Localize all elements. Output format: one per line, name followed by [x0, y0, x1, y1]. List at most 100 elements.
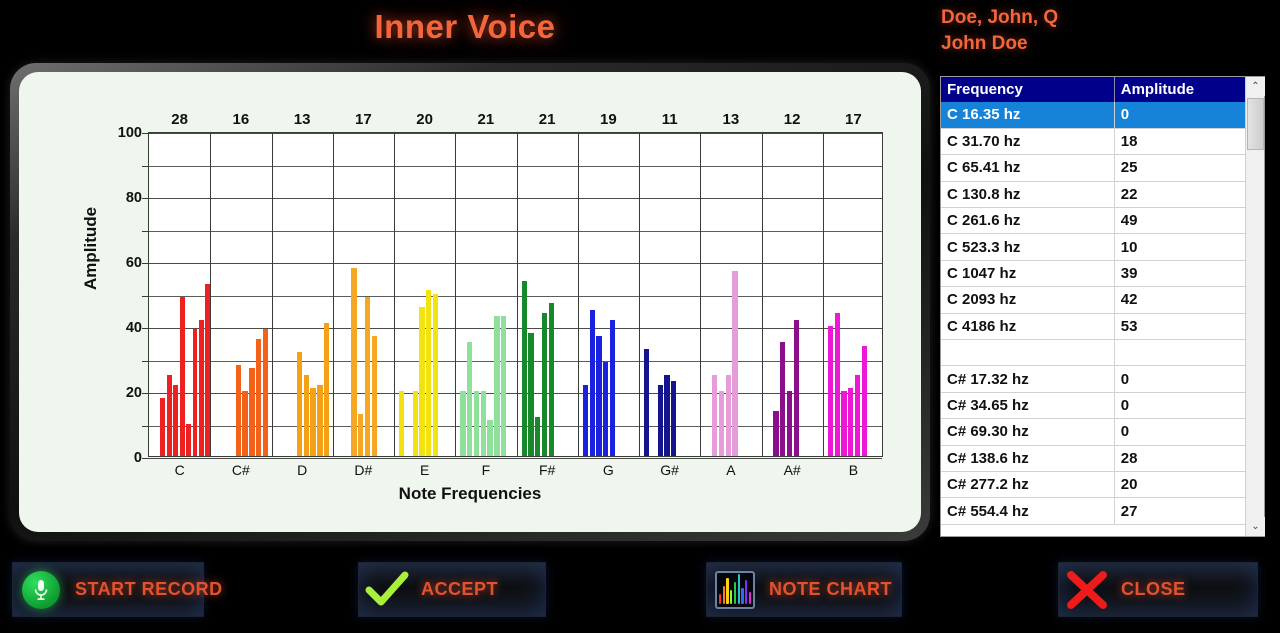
- group-count-label: 16: [232, 111, 250, 128]
- group-count-label: 13: [722, 111, 740, 128]
- bar: [358, 413, 364, 456]
- button-bar: START RECORD ACCEPT NOTE CHART CLOSE: [0, 551, 1280, 633]
- bar: [296, 352, 303, 456]
- x-axis-tick-label: A: [726, 462, 736, 478]
- table-row[interactable]: C 4186 hz 53: [941, 313, 1245, 341]
- bar: [528, 332, 534, 456]
- bar: [303, 374, 309, 456]
- bar: [249, 368, 255, 456]
- y-axis-tick-label: 60: [125, 255, 142, 271]
- close-button[interactable]: CLOSE: [1058, 562, 1258, 617]
- table-header-row: Frequency Amplitude: [941, 77, 1245, 102]
- cell-amplitude: 27: [1114, 497, 1245, 525]
- x-axis-tick-label: G: [602, 462, 614, 478]
- table-row[interactable]: C# 34.65 hz 0: [941, 392, 1245, 420]
- cell-amplitude: 22: [1114, 181, 1245, 209]
- cell-frequency: C# 554.4 hz: [941, 497, 1115, 525]
- bar: [535, 417, 541, 456]
- cell-frequency: C# 34.65 hz: [941, 392, 1115, 420]
- bar-group-Csharp: 16 C#: [210, 111, 271, 478]
- column-header-frequency[interactable]: Frequency: [941, 77, 1115, 102]
- grid-scrollbar[interactable]: ⌃ ⌄: [1245, 77, 1265, 536]
- y-tick-mark: [142, 263, 149, 264]
- chart-panel: Amplitude Note Frequencies 0 20 40 60 80 100 2…: [19, 72, 921, 532]
- cell-frequency: C# 138.6 hz: [941, 445, 1115, 472]
- y-axis-tick-label: 20: [125, 385, 142, 401]
- bars-container: [149, 133, 211, 456]
- y-tick-mark: [142, 360, 149, 362]
- y-tick-mark: [142, 165, 149, 167]
- y-tick-mark: [142, 458, 149, 459]
- table-row[interactable]: C 130.8 hz 22: [941, 181, 1245, 209]
- scroll-up-icon[interactable]: ⌃: [1246, 77, 1265, 96]
- scrollbar-thumb[interactable]: [1247, 98, 1264, 150]
- x-axis-tick-label: D: [297, 462, 308, 478]
- cell-amplitude: 20: [1114, 471, 1245, 499]
- microphone-icon: [13, 562, 69, 617]
- bar: [480, 391, 486, 456]
- gridline-horizontal: [149, 458, 882, 459]
- amplitude-bar-chart: Amplitude Note Frequencies 0 20 40 60 80 100 2…: [19, 72, 921, 532]
- cell-amplitude: 28: [1114, 445, 1245, 472]
- bar: [317, 384, 323, 456]
- bar: [399, 391, 405, 456]
- patient-name-display: John Doe: [941, 33, 1028, 54]
- start-record-label: START RECORD: [75, 579, 223, 599]
- cell-frequency: C 2093 hz: [941, 286, 1115, 314]
- accept-button[interactable]: ACCEPT: [358, 562, 546, 617]
- bar: [160, 397, 166, 456]
- bar: [412, 391, 418, 456]
- table-row[interactable]: C 16.35 hz 0: [941, 102, 1245, 129]
- plot-area: 0 20 40 60 80 100 28 C 16 C# 13 D 17 D# 20 E 21 F 21 F# 19 G 1…: [118, 111, 883, 478]
- table-row[interactable]: C# 17.32 hz 0: [941, 365, 1245, 393]
- checkmark-icon: [359, 562, 415, 617]
- cell-frequency: C 523.3 hz: [941, 233, 1115, 261]
- table-row[interactable]: C 523.3 hz 10: [941, 233, 1245, 261]
- table-row[interactable]: [941, 339, 1245, 367]
- x-axis-tick-label: A#: [783, 462, 801, 478]
- bar: [192, 329, 198, 456]
- cell-frequency: C 1047 hz: [941, 260, 1115, 288]
- table-row[interactable]: C 2093 hz 42: [941, 286, 1245, 314]
- bar-group-Dsharp: 17 D#: [333, 111, 394, 478]
- table-row[interactable]: C 65.41 hz 25: [941, 154, 1245, 182]
- bar: [166, 374, 172, 456]
- cell-amplitude: 53: [1114, 313, 1245, 341]
- frequency-amplitude-grid[interactable]: Frequency Amplitude C 16.35 hz 0 C 31.70 h…: [940, 76, 1265, 537]
- patient-name-formal: Doe, John, Q: [941, 7, 1059, 28]
- scroll-down-icon[interactable]: ⌄: [1246, 517, 1265, 536]
- cell-frequency: C 261.6 hz: [941, 207, 1115, 235]
- bar: [432, 293, 439, 456]
- close-label: CLOSE: [1121, 579, 1186, 599]
- table-row[interactable]: C# 277.2 hz 20: [941, 471, 1245, 499]
- inner-voice-window: Inner Voice Doe, John, Q John Doe Amplit…: [0, 0, 1280, 633]
- table-row[interactable]: C 31.70 hz 18: [941, 128, 1245, 156]
- start-record-button[interactable]: START RECORD: [12, 562, 222, 617]
- table-row[interactable]: C# 554.4 hz 27: [941, 497, 1245, 525]
- table-row[interactable]: C 1047 hz 39: [941, 260, 1245, 288]
- y-tick-mark: [142, 295, 149, 297]
- note-chart-button[interactable]: NOTE CHART: [706, 562, 902, 617]
- bar: [793, 319, 799, 456]
- bar-group-C: 28 C: [149, 111, 211, 478]
- bar: [780, 342, 786, 456]
- x-axis-label: Note Frequencies: [398, 484, 542, 503]
- bars-container: [762, 133, 823, 456]
- x-axis-tick-label: C#: [231, 462, 250, 478]
- column-header-amplitude[interactable]: Amplitude: [1114, 77, 1245, 102]
- group-count-label: 19: [600, 111, 617, 128]
- y-tick-mark: [142, 198, 149, 199]
- table-row[interactable]: C# 138.6 hz 28: [941, 445, 1245, 472]
- cell-amplitude: [1114, 339, 1245, 367]
- table-row[interactable]: C# 69.30 hz 0: [941, 418, 1245, 446]
- group-count-label: 21: [477, 111, 495, 128]
- group-count-label: 12: [783, 111, 801, 128]
- chart-bezel: Amplitude Note Frequencies 0 20 40 60 80 100 2…: [10, 63, 930, 541]
- bar: [609, 319, 616, 456]
- bars-container: [394, 133, 455, 456]
- accept-label: ACCEPT: [421, 579, 499, 599]
- bar: [589, 309, 595, 456]
- bar: [473, 391, 480, 456]
- table-row[interactable]: C 261.6 hz 49: [941, 207, 1245, 235]
- group-count-label: 20: [416, 111, 433, 128]
